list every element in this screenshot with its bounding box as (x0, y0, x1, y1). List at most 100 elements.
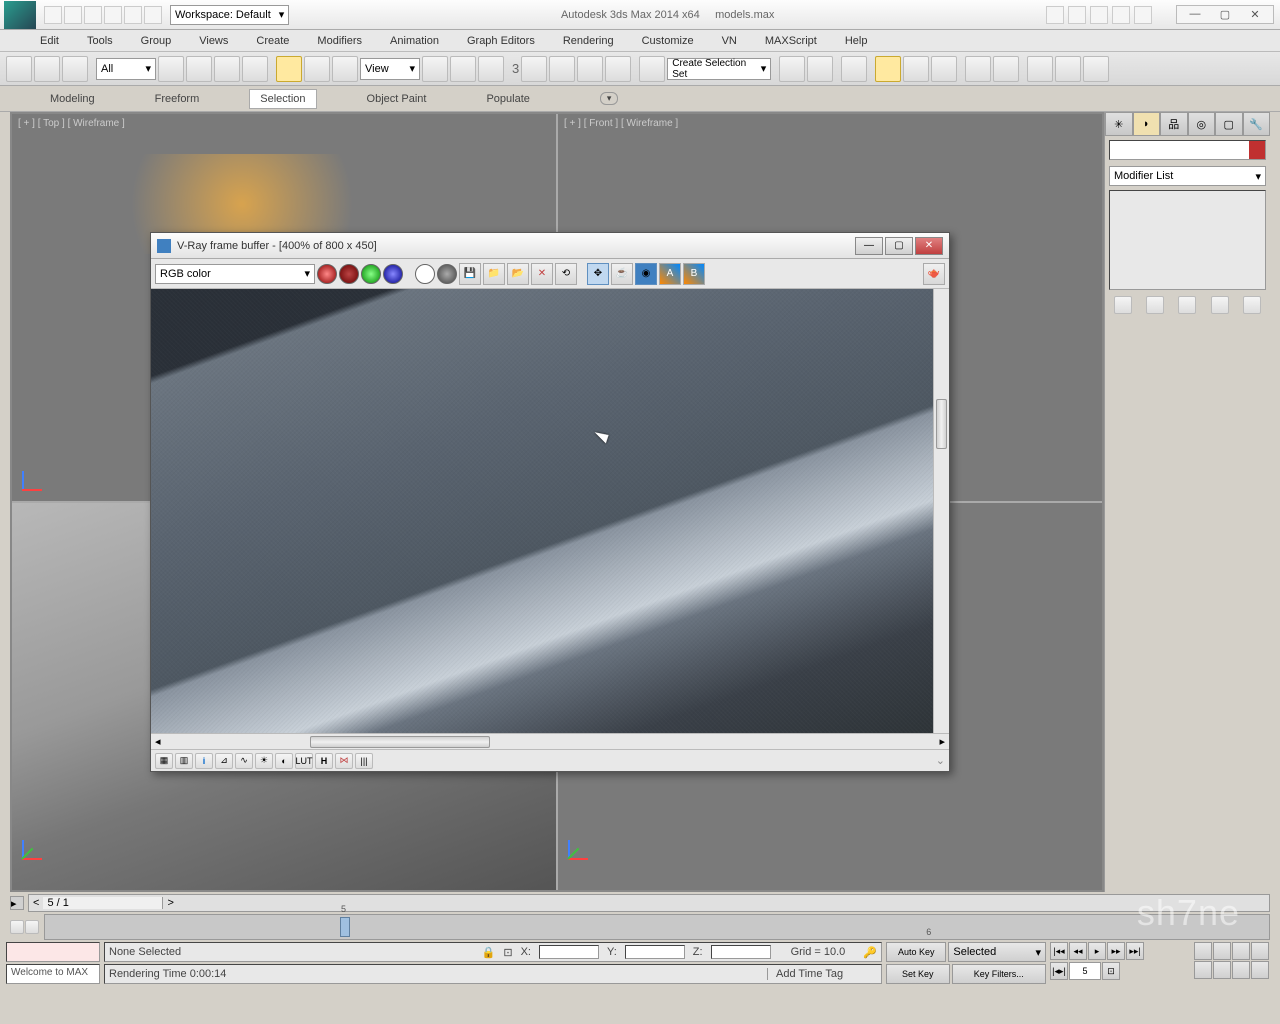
prev-frame-icon[interactable]: ◂◂ (1069, 942, 1087, 960)
modify-tab-icon[interactable]: ◗ (1133, 112, 1161, 136)
vfb-link-icon[interactable]: ⟲ (555, 263, 577, 285)
viewport-label[interactable]: [ + ] [ Top ] [ Wireframe ] (18, 118, 125, 129)
viewport-label[interactable]: [ + ] [ Front ] [ Wireframe ] (564, 118, 678, 129)
teapot-render-icon[interactable] (1083, 56, 1109, 82)
object-name-field[interactable] (1109, 140, 1266, 160)
menu-customize[interactable]: Customize (642, 35, 694, 47)
vfb-expand-icon[interactable]: ⌄ (936, 754, 945, 767)
vfb-curve-icon[interactable]: ∿ (235, 753, 253, 769)
vfb-region-render-icon[interactable]: ☕ (611, 263, 633, 285)
goto-start-icon[interactable]: |◂◂ (1050, 942, 1068, 960)
object-name-input[interactable] (1110, 141, 1249, 159)
object-color-swatch[interactable] (1249, 141, 1265, 159)
select-move-icon[interactable] (276, 56, 302, 82)
vfb-lens-effects-icon[interactable]: ◉ (635, 263, 657, 285)
display-tab-icon[interactable]: ▢ (1215, 112, 1243, 136)
menu-group[interactable]: Group (141, 35, 172, 47)
curve-editor-icon[interactable] (875, 56, 901, 82)
timeline-ruler[interactable]: 5 6 (44, 914, 1270, 940)
render-production-icon[interactable] (1027, 56, 1053, 82)
vfb-alpha-icon[interactable] (437, 264, 457, 284)
material-editor-icon[interactable] (931, 56, 957, 82)
vfb-title-bar[interactable]: V-Ray frame buffer - [400% of 800 x 450]… (151, 233, 949, 259)
vfb-render-last-icon[interactable]: 🫖 (923, 263, 945, 285)
key-icon[interactable]: 🔑 (863, 946, 877, 959)
qat-link-icon[interactable] (144, 6, 162, 24)
next-frame-icon[interactable]: ▸▸ (1107, 942, 1125, 960)
vfb-render-image[interactable] (151, 289, 933, 733)
qat-open-icon[interactable] (64, 6, 82, 24)
menu-create[interactable]: Create (256, 35, 289, 47)
vfb-white-balance-icon[interactable]: ◐ (275, 753, 293, 769)
key-mode-dropdown[interactable]: Selected▾ (948, 942, 1046, 962)
vfb-track-mouse-icon[interactable]: ✥ (587, 263, 609, 285)
spinner-snap-icon[interactable] (605, 56, 631, 82)
vfb-channel-dropdown[interactable]: RGB color ▾ (155, 264, 315, 284)
vfb-levels-icon[interactable]: ⊿ (215, 753, 233, 769)
exchange-icon[interactable] (1090, 6, 1108, 24)
pin-stack-icon[interactable] (1114, 296, 1132, 314)
mini-btn-1-icon[interactable] (10, 920, 24, 934)
vfb-save-icon[interactable]: 💾 (459, 263, 481, 285)
render-iterative-icon[interactable] (1055, 56, 1081, 82)
maximize-icon[interactable]: ▢ (1215, 8, 1235, 21)
configure-sets-icon[interactable] (1243, 296, 1261, 314)
minimize-icon[interactable]: — (1185, 8, 1205, 21)
qat-save-icon[interactable] (84, 6, 102, 24)
menu-edit[interactable]: Edit (40, 35, 59, 47)
pivot-icon[interactable] (422, 56, 448, 82)
named-selection-dropdown[interactable]: Create Selection Set▾ (667, 58, 771, 80)
vfb-clear-icon[interactable]: ✕ (531, 263, 553, 285)
vray-frame-buffer-window[interactable]: V-Ray frame buffer - [400% of 800 x 450]… (150, 232, 950, 772)
create-tab-icon[interactable]: ✳ (1105, 112, 1133, 136)
hierarchy-tab-icon[interactable]: 品 (1160, 112, 1188, 136)
ref-coord-dropdown[interactable]: View▾ (360, 58, 420, 80)
rendered-frame-icon[interactable] (993, 56, 1019, 82)
current-frame-input[interactable]: 5 (1069, 962, 1101, 980)
unlink-icon[interactable] (34, 56, 60, 82)
zoom-extents-icon[interactable] (1232, 942, 1250, 960)
track-next-icon[interactable]: > (163, 897, 177, 909)
vfb-green-channel-icon[interactable] (361, 264, 381, 284)
select-object-icon[interactable] (158, 56, 184, 82)
schematic-view-icon[interactable] (903, 56, 929, 82)
align-icon[interactable] (807, 56, 833, 82)
selection-filter-dropdown[interactable]: All▾ (96, 58, 156, 80)
bind-space-warp-icon[interactable] (62, 56, 88, 82)
percent-snap-icon[interactable] (577, 56, 603, 82)
search-icon[interactable] (1046, 6, 1064, 24)
track-bar[interactable]: < 5 / 1 > (28, 894, 1270, 912)
select-scale-icon[interactable] (332, 56, 358, 82)
timeline-frame-indicator[interactable]: 5 (340, 917, 350, 937)
make-unique-icon[interactable] (1178, 296, 1196, 314)
keyboard-shortcut-icon[interactable] (478, 56, 504, 82)
utilities-tab-icon[interactable]: 🔧 (1243, 112, 1271, 136)
track-frame-display[interactable]: 5 / 1 (43, 897, 163, 909)
vfb-exposure-icon[interactable]: ☀ (255, 753, 273, 769)
goto-end-icon[interactable]: ▸▸| (1126, 942, 1144, 960)
prompt-line[interactable]: Welcome to MAX (6, 964, 100, 984)
play-icon[interactable]: ▸ (1088, 942, 1106, 960)
menu-maxscript[interactable]: MAXScript (765, 35, 817, 47)
coord-x-input[interactable] (539, 945, 599, 959)
window-crossing-icon[interactable] (242, 56, 268, 82)
vfb-compare-a-icon[interactable]: A (659, 263, 681, 285)
vfb-srgb-icon[interactable]: ⋈ (335, 753, 353, 769)
lock-icon[interactable]: 🔒 (482, 946, 496, 959)
workspace-dropdown[interactable]: Workspace: Default ▾ (170, 5, 289, 25)
mirror-icon[interactable] (779, 56, 805, 82)
add-time-tag[interactable]: Add Time Tag (767, 968, 877, 980)
signin-icon[interactable] (1068, 6, 1086, 24)
maximize-viewport-icon[interactable] (1251, 961, 1269, 979)
coord-z-input[interactable] (711, 945, 771, 959)
zoom-icon[interactable] (1194, 942, 1212, 960)
ribbon-populate[interactable]: Populate (476, 90, 539, 108)
vfb-maximize-icon[interactable]: ▢ (885, 237, 913, 255)
field-of-view-icon[interactable] (1194, 961, 1212, 979)
track-prev-icon[interactable]: < (29, 897, 43, 909)
qat-redo-icon[interactable] (124, 6, 142, 24)
scrollbar-thumb[interactable] (936, 399, 947, 449)
timeline-play-icon[interactable]: ▸ (10, 896, 24, 910)
app-icon[interactable] (4, 1, 36, 29)
ribbon-toggle-icon[interactable]: ▾ (600, 92, 619, 105)
